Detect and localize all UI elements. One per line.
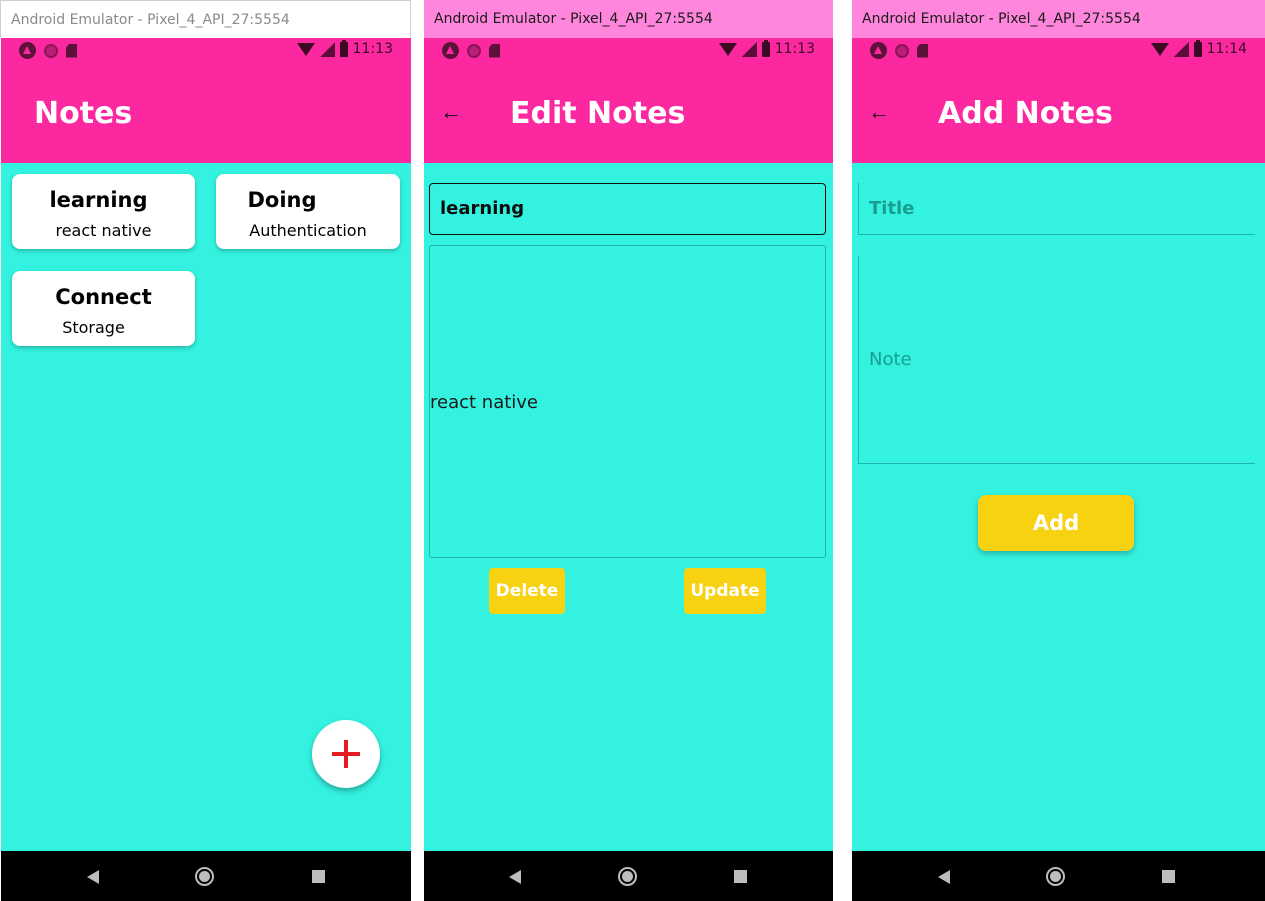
note-card-title: Connect (55, 285, 152, 309)
emulator-window-add: Android Emulator - Pixel_4_API_27:5554 1… (852, 0, 1265, 901)
status-time: 11:14 (1206, 41, 1247, 57)
android-nav-bar (424, 851, 833, 901)
window-title: Android Emulator - Pixel_4_API_27:5554 (424, 0, 833, 38)
title-input[interactable]: learning (429, 183, 826, 235)
react-icon (442, 42, 459, 59)
note-card-title: learning (49, 188, 148, 212)
emulator-window-edit: Android Emulator - Pixel_4_API_27:5554 1… (424, 0, 833, 901)
signal-icon (1173, 41, 1189, 57)
react-icon (19, 42, 36, 59)
app-screen: 11:13 ← Edit Notes learning react native… (424, 38, 833, 901)
sd-card-icon (917, 43, 928, 58)
note-input[interactable]: Note (858, 256, 1255, 464)
react-icon (870, 42, 887, 59)
status-time: 11:13 (774, 41, 815, 57)
back-arrow-icon[interactable]: ← (868, 98, 890, 126)
wifi-icon (1150, 42, 1169, 56)
battery-icon (1193, 39, 1202, 57)
recents-icon[interactable] (1162, 870, 1175, 883)
status-bar: 11:14 (852, 38, 1265, 64)
record-icon (44, 43, 58, 58)
battery-icon (761, 39, 770, 57)
home-icon[interactable] (618, 867, 637, 886)
note-input-text: react native (430, 392, 539, 413)
home-icon[interactable] (1046, 867, 1065, 886)
status-bar: 11:13 (1, 38, 411, 64)
app-bar: ← Edit Notes (424, 64, 833, 163)
back-icon[interactable] (938, 870, 950, 884)
page-title: Edit Notes (510, 96, 686, 131)
android-nav-bar (1, 851, 411, 901)
note-card[interactable]: learning react native (12, 174, 195, 249)
app-screen: 11:13 Notes learning react native Doing … (1, 38, 411, 901)
signal-icon (741, 41, 757, 57)
update-button[interactable]: Update (684, 568, 766, 614)
page-title: Add Notes (938, 96, 1113, 131)
wifi-icon (718, 42, 737, 56)
app-bar: ← Add Notes (852, 64, 1265, 163)
status-bar: 11:13 (424, 38, 833, 64)
note-card-body: Authentication (249, 221, 367, 240)
app-screen: 11:14 ← Add Notes Title Note Add (852, 38, 1265, 901)
note-input[interactable]: react native (429, 245, 826, 558)
wifi-icon (296, 42, 315, 56)
note-card-title: Doing (247, 188, 317, 212)
note-card[interactable]: Connect Storage (12, 271, 195, 346)
record-icon (895, 43, 909, 58)
note-card[interactable]: Doing Authentication (216, 174, 400, 249)
back-icon[interactable] (87, 870, 99, 884)
battery-icon (339, 39, 348, 57)
recents-icon[interactable] (312, 870, 325, 883)
android-nav-bar (852, 851, 1265, 901)
recents-icon[interactable] (734, 870, 747, 883)
sd-card-icon (489, 43, 500, 58)
sd-card-icon (66, 43, 77, 58)
add-button[interactable]: Add (978, 495, 1134, 551)
note-card-body: Storage (62, 318, 125, 337)
window-title: Android Emulator - Pixel_4_API_27:5554 (0, 0, 411, 38)
app-bar: Notes (1, 64, 411, 163)
note-card-body: react native (55, 221, 152, 240)
status-time: 11:13 (352, 41, 393, 57)
page-title: Notes (34, 96, 133, 131)
back-icon[interactable] (509, 870, 521, 884)
emulator-window-notes: Android Emulator - Pixel_4_API_27:5554 1… (0, 0, 411, 901)
signal-icon (319, 41, 335, 57)
back-arrow-icon[interactable]: ← (440, 98, 462, 126)
home-icon[interactable] (195, 867, 214, 886)
window-title: Android Emulator - Pixel_4_API_27:5554 (852, 0, 1265, 38)
delete-button[interactable]: Delete (489, 568, 565, 614)
add-note-fab[interactable] (312, 720, 380, 788)
title-input[interactable]: Title (858, 183, 1255, 235)
record-icon (467, 43, 481, 58)
